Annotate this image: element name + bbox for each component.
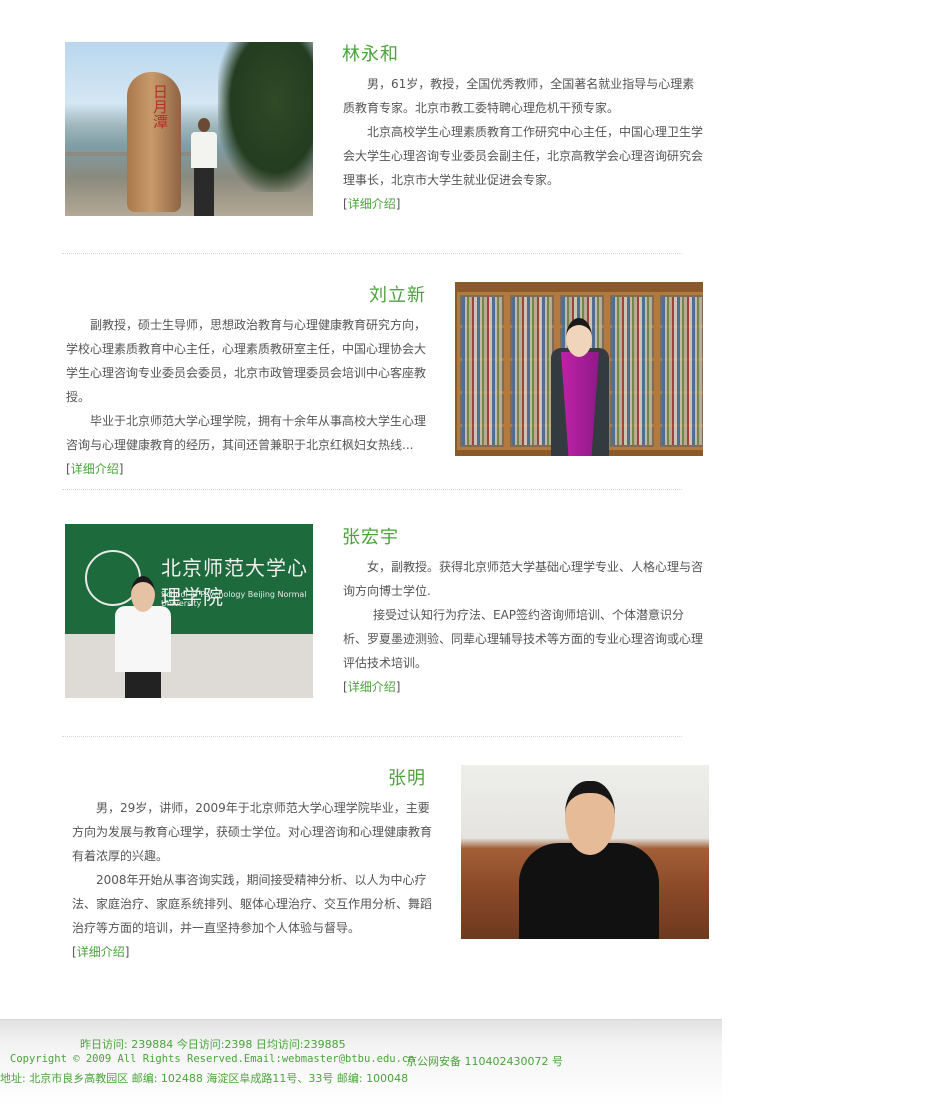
profile-photo-liu xyxy=(455,282,703,456)
section-divider xyxy=(62,736,682,737)
pine-tree xyxy=(218,42,313,192)
more-link-wrap: [详细介绍] xyxy=(343,197,401,211)
sign-english-text: School of Psychology Beijing Normal Univ… xyxy=(161,590,307,608)
profile-bio: 女，副教授。获得北京师范大学基础心理学专业、人格心理与咨询方向博士学位. 接受过… xyxy=(343,555,705,699)
copyright-text: Copyright © 2009 All Rights Reserved.Ema… xyxy=(10,1053,415,1065)
profile-name: 刘立新 xyxy=(369,285,426,306)
profile-name: 林永和 xyxy=(342,44,399,65)
person-figure xyxy=(111,576,175,698)
profile-name: 张明 xyxy=(388,768,426,789)
details-link[interactable]: 详细介绍 xyxy=(71,462,119,476)
profile-name: 张宏宇 xyxy=(342,527,399,548)
section-divider xyxy=(62,489,682,490)
bio-paragraph: 毕业于北京师范大学心理学院，拥有十余年从事高校大学生心理咨询与心理健康教育的经历… xyxy=(66,414,427,452)
more-link-wrap: [详细介绍] xyxy=(72,945,130,959)
profile-bio: 男，29岁，讲师，2009年于北京师范大学心理学院毕业，主要方向为发展与教育心理… xyxy=(72,796,434,964)
person-figure xyxy=(191,118,217,216)
bio-paragraph: 男，61岁，教授，全国优秀教师，全国著名就业指导与心理素质教育专家。北京市教工委… xyxy=(343,77,695,115)
details-link[interactable]: 详细介绍 xyxy=(348,197,396,211)
visit-stats: 昨日访问: 239884 今日访问:2398 日均访问:239885 xyxy=(80,1038,346,1051)
profile-photo-zhang-hongyu: 北京师范大学心理学院 School of Psychology Beijing … xyxy=(65,524,313,698)
person-figure xyxy=(547,318,613,456)
site-footer: 昨日访问: 239884 今日访问:2398 日均访问:239885 Copyr… xyxy=(0,1019,722,1107)
profile-photo-zhang-ming xyxy=(461,765,709,939)
section-divider xyxy=(62,253,682,254)
inscribed-rock: 日月潭 xyxy=(127,72,181,212)
bio-paragraph: 北京高校学生心理素质教育工作研究中心主任，中国心理卫生学会大学生心理咨询专业委员… xyxy=(343,125,704,187)
bio-paragraph: 2008年开始从事咨询实践，期间接受精神分析、以人为中心疗法、家庭治疗、家庭系统… xyxy=(72,873,433,935)
school-sign: 北京师范大学心理学院 School of Psychology Beijing … xyxy=(65,524,313,634)
icp-record: 京公网安备 110402430072 号 xyxy=(406,1055,563,1068)
profile-bio: 副教授，硕士生导师，思想政治教育与心理健康教育研究方向，学校心理素质教育中心主任… xyxy=(66,313,428,481)
profile-bio: 男，61岁，教授，全国优秀教师，全国著名就业指导与心理素质教育专家。北京市教工委… xyxy=(343,72,705,216)
more-link-wrap: [详细介绍] xyxy=(66,462,124,476)
address-text: 地址: 北京市良乡高教园区 邮编: 102488 海淀区阜成路11号、33号 邮… xyxy=(0,1072,409,1085)
details-link[interactable]: 详细介绍 xyxy=(77,945,125,959)
person-figure xyxy=(519,843,659,939)
bio-paragraph: 接受过认知行为疗法、EAP签约咨询师培训、个体潜意识分析、罗夏墨迹测验、同辈心理… xyxy=(343,608,704,670)
more-link-wrap: [详细介绍] xyxy=(343,680,401,694)
bio-paragraph: 女，副教授。获得北京师范大学基础心理学专业、人格心理与咨询方向博士学位. xyxy=(343,560,704,598)
bio-paragraph: 男，29岁，讲师，2009年于北京师范大学心理学院毕业，主要方向为发展与教育心理… xyxy=(72,801,433,863)
profile-photo-lin: 日月潭 xyxy=(65,42,313,216)
rock-inscription: 日月潭 xyxy=(151,84,169,129)
bio-paragraph: 副教授，硕士生导师，思想政治教育与心理健康教育研究方向，学校心理素质教育中心主任… xyxy=(66,318,427,404)
details-link[interactable]: 详细介绍 xyxy=(348,680,396,694)
